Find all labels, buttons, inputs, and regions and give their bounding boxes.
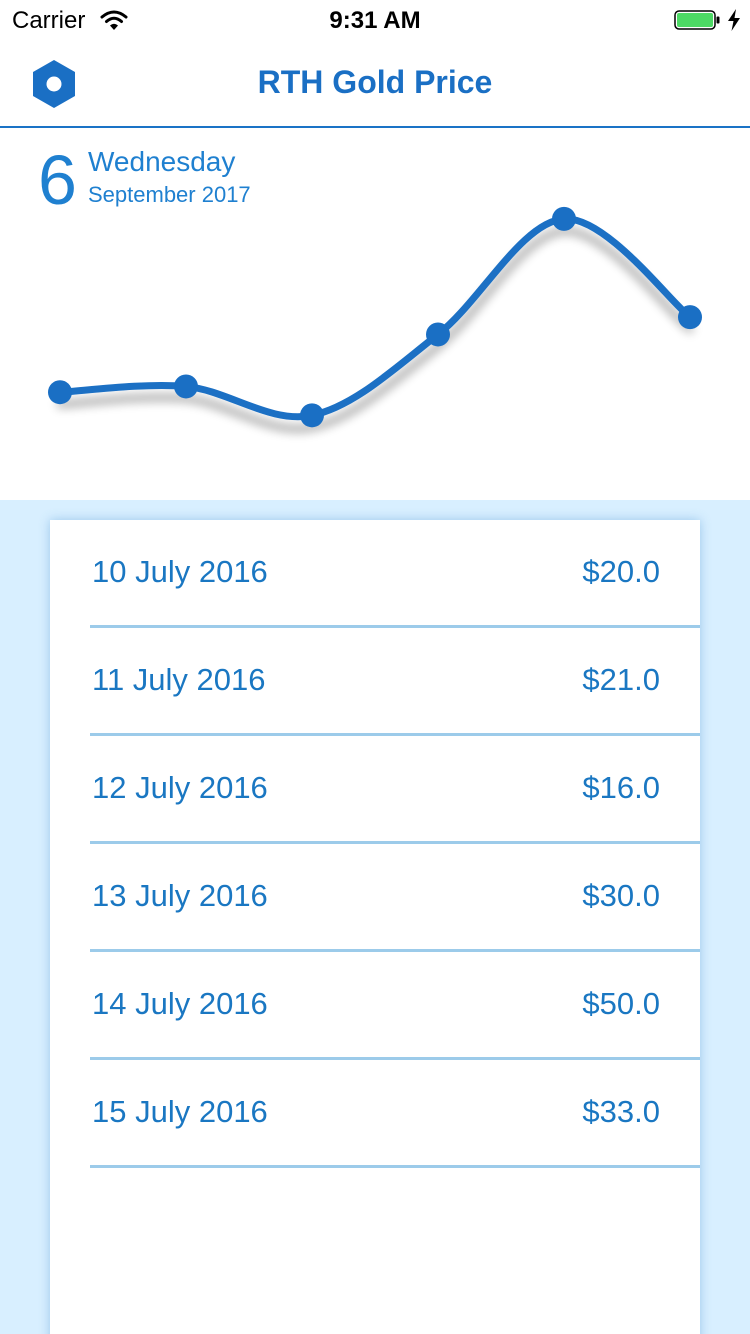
chart-data-point[interactable] [48,380,72,405]
chart-series-line [56,215,694,421]
price-row[interactable]: 10 July 2016 $20.0 [90,520,700,628]
chart-data-point[interactable] [300,403,324,428]
price-row-value: $21.0 [582,662,660,697]
price-row-value: $33.0 [582,1094,660,1129]
status-bar: Carrier 9:31 AM [0,0,750,40]
battery-icon [674,10,720,30]
navigation-bar: RTH Gold Price [0,40,750,128]
price-row-date: 14 July 2016 [92,986,268,1021]
price-row[interactable]: 12 July 2016 $16.0 [90,736,700,844]
price-list[interactable]: 10 July 2016 $20.0 11 July 2016 $21.0 12 Jul… [50,520,700,1334]
price-row[interactable]: 15 July 2016 $33.0 [90,1060,700,1168]
chart-data-point[interactable] [552,206,576,231]
page-title: RTH Gold Price [257,64,493,100]
price-row-date: 12 July 2016 [92,770,268,805]
price-row-value: $16.0 [582,770,660,805]
status-time: 9:31 AM [329,7,421,34]
price-row-date: 13 July 2016 [92,878,268,913]
charging-bolt-icon [728,9,740,31]
price-row-value: $50.0 [582,986,660,1021]
price-row[interactable]: 13 July 2016 $30.0 [90,844,700,952]
price-row[interactable]: 11 July 2016 $21.0 [90,628,700,736]
price-row[interactable]: 14 July 2016 $50.0 [90,952,700,1060]
chart-data-point[interactable] [678,305,702,330]
price-row-date: 15 July 2016 [92,1094,268,1129]
chart-data-point[interactable] [174,374,198,399]
price-row-date: 10 July 2016 [92,554,268,589]
price-row-value: $30.0 [582,878,660,913]
chart-data-point[interactable] [426,322,450,347]
price-row-value: $20.0 [582,554,660,589]
price-row-date: 11 July 2016 [92,662,266,697]
gold-price-line-chart [48,206,702,428]
app-screen: Carrier 9:31 AM RTH Gold Price 6 Wednesd… [0,0,750,1334]
